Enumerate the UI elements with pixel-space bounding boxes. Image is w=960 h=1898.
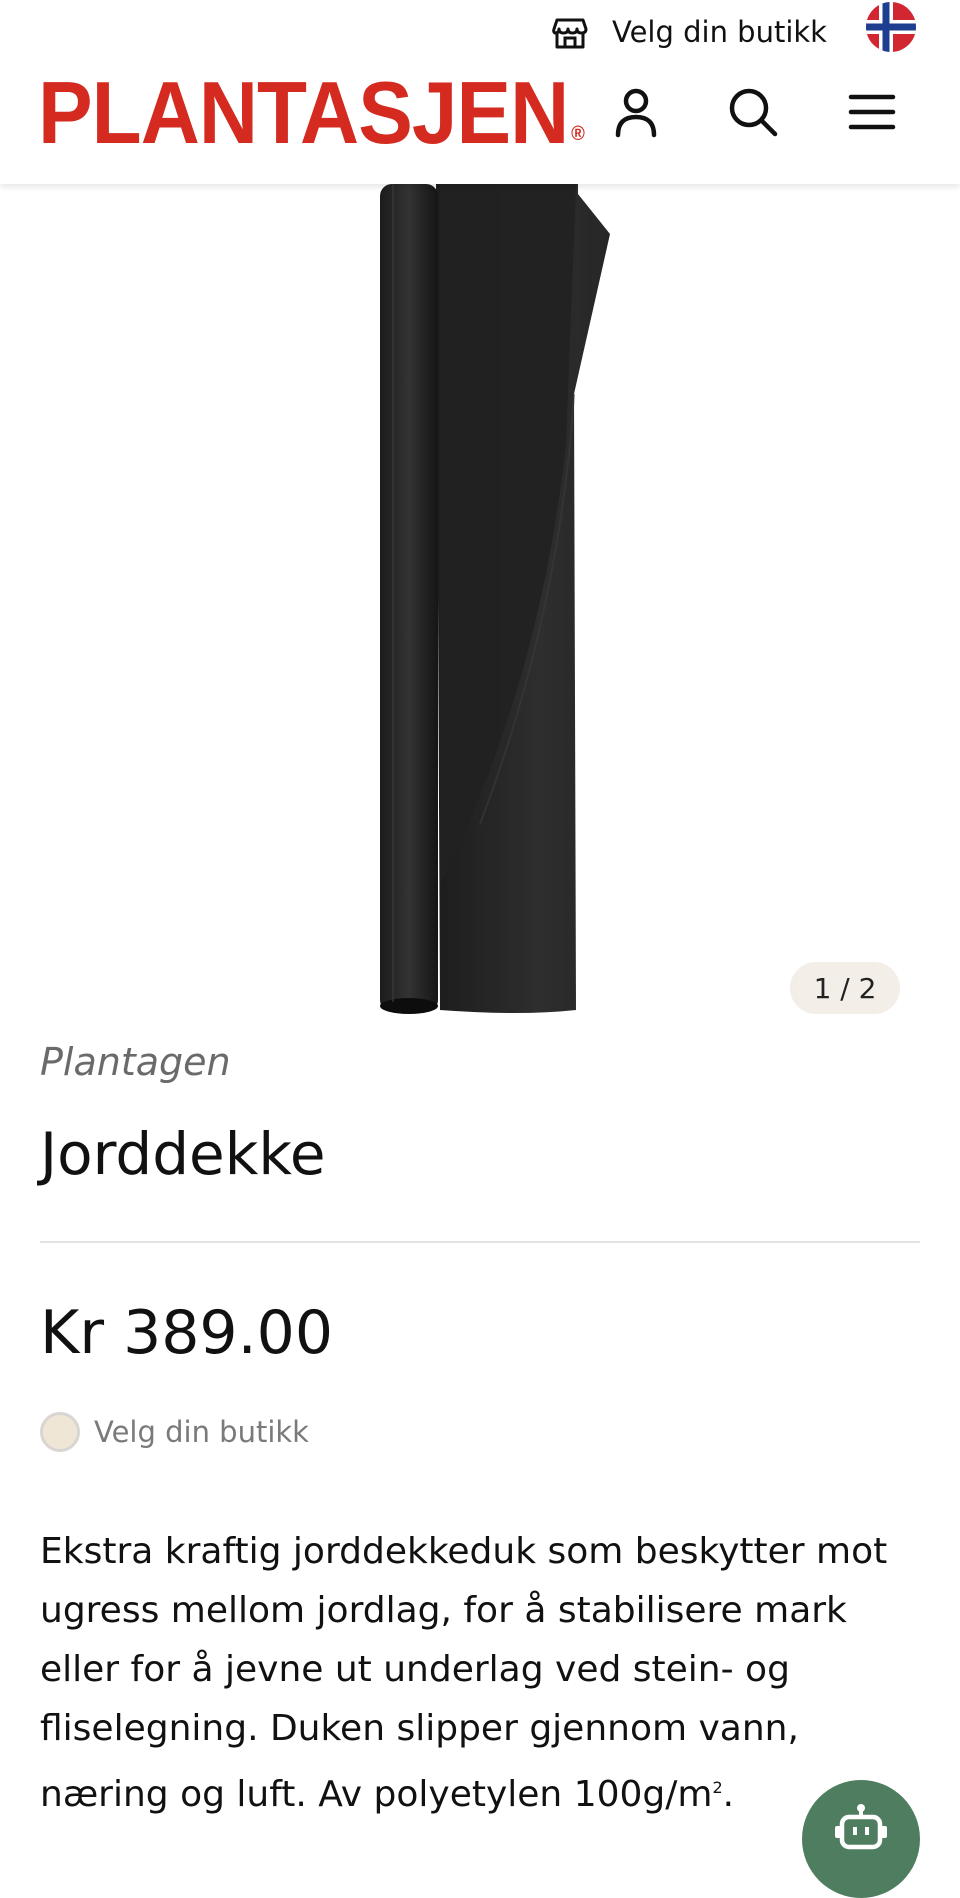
chat-assistant-button[interactable] bbox=[802, 1780, 920, 1898]
product-description: Ekstra kraftig jorddekkeduk som beskytte… bbox=[40, 1522, 920, 1824]
divider bbox=[40, 1241, 920, 1243]
logo-registered-mark: ® bbox=[571, 123, 585, 145]
norway-flag-icon[interactable] bbox=[866, 2, 916, 52]
user-icon[interactable] bbox=[610, 86, 662, 138]
store-stock-status[interactable]: Velg din butikk bbox=[40, 1410, 309, 1454]
plantasjen-logo[interactable]: PLANTASJEN ® bbox=[38, 63, 585, 162]
stock-status-dot bbox=[40, 1412, 80, 1452]
store-icon bbox=[552, 18, 588, 49]
product-image-gallery[interactable] bbox=[0, 184, 960, 1014]
site-header: Velg din butikk PLANTASJEN ® bbox=[0, 0, 960, 184]
search-icon[interactable] bbox=[727, 86, 779, 138]
product-brand[interactable]: Plantagen bbox=[40, 1040, 231, 1084]
product-price: Kr 389.00 bbox=[40, 1298, 334, 1368]
product-title: Jorddekke bbox=[40, 1120, 326, 1188]
choose-store-label: Velg din butikk bbox=[612, 15, 827, 49]
unit-exponent: 2 bbox=[712, 1778, 723, 1797]
choose-store-link[interactable]: Velg din butikk bbox=[550, 10, 827, 54]
description-end: . bbox=[722, 1774, 735, 1815]
logo-text: PLANTASJEN bbox=[38, 63, 569, 162]
ground-cover-fabric-roll-image bbox=[380, 184, 610, 1014]
stock-status-label: Velg din butikk bbox=[94, 1415, 309, 1449]
menu-icon[interactable] bbox=[846, 86, 898, 138]
image-counter: 1 / 2 bbox=[790, 962, 900, 1014]
chatbot-icon bbox=[835, 1804, 887, 1850]
description-text: Ekstra kraftig jorddekkeduk som beskytte… bbox=[40, 1531, 888, 1815]
